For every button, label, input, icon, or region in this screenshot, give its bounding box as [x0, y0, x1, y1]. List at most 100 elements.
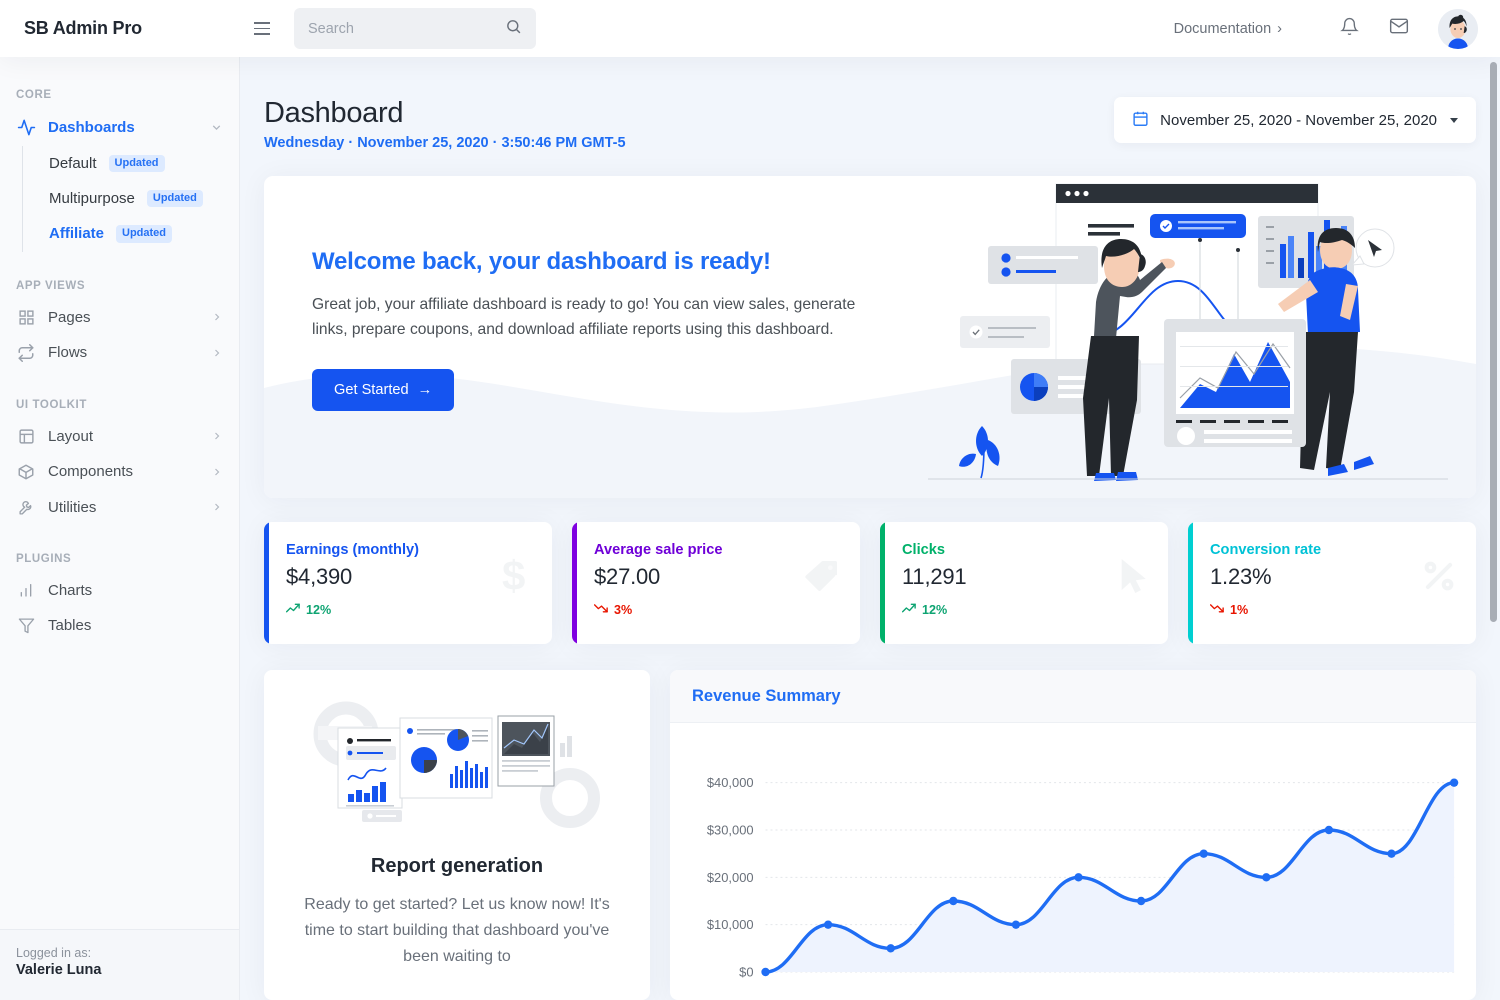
svg-text:$: $ — [502, 556, 525, 598]
chevron-down-icon[interactable] — [210, 121, 223, 134]
sidebar-item-charts[interactable]: Charts — [0, 573, 239, 608]
chart-data-point[interactable] — [1325, 826, 1333, 834]
sidebar-heading-core: CORE — [0, 79, 239, 109]
stat-delta: 12% — [902, 602, 1146, 617]
chevron-right-icon[interactable] — [211, 430, 223, 442]
sidebar-heading-plugins: PLUGINS — [0, 543, 239, 573]
chart-data-point[interactable] — [887, 944, 895, 952]
bottom-row: Report generation Ready to get started? … — [264, 670, 1476, 1000]
avatar-illustration — [1438, 9, 1478, 49]
trend-up-icon — [902, 602, 917, 617]
chart-data-point[interactable] — [1012, 920, 1020, 928]
sidebar-item-utilities[interactable]: Utilities — [0, 490, 239, 525]
chevron-right-icon[interactable] — [211, 466, 223, 478]
date-range-picker[interactable]: November 25, 2020 - November 25, 2020 — [1114, 97, 1476, 143]
activity-icon — [16, 118, 36, 137]
stat-label: Earnings (monthly) — [286, 542, 530, 558]
page-scrollbar[interactable] — [1490, 62, 1497, 622]
filter-icon — [16, 617, 36, 634]
stat-card-average-sale-price: Average sale price $27.00 3% — [572, 522, 860, 644]
hamburger-icon — [254, 22, 270, 24]
stat-delta: 3% — [594, 602, 838, 617]
sidebar-item-label: Flows — [48, 344, 87, 361]
status-badge: Updated — [116, 225, 172, 242]
stat-value: 1.23% — [1210, 564, 1454, 590]
sidebar-item-layout[interactable]: Layout — [0, 419, 239, 454]
get-started-button[interactable]: Get Started → — [312, 369, 454, 411]
tag-icon — [802, 556, 842, 601]
calendar-icon — [1132, 110, 1149, 131]
revenue-summary-title: Revenue Summary — [670, 670, 1476, 723]
stat-cards-row: Earnings (monthly) $4,390 12% $ Average … — [264, 522, 1476, 644]
y-axis-tick-label: $20,000 — [707, 870, 754, 885]
sidebar-subitem-default[interactable]: Default Updated — [23, 146, 239, 181]
revenue-summary-chart: $0$10,000$20,000$30,000$40,000 — [670, 723, 1476, 1000]
chart-data-point[interactable] — [1262, 873, 1270, 881]
stat-delta-value: 1% — [1230, 603, 1248, 617]
chart-data-point[interactable] — [1450, 778, 1458, 786]
welcome-hero-card: Welcome back, your dashboard is ready! G… — [264, 176, 1476, 498]
sidebar: CORE Dashboards Default Updated Multipur… — [0, 57, 240, 1000]
chart-data-point[interactable] — [761, 968, 769, 976]
page-header: Dashboard Wednesday · November 25, 2020 … — [240, 57, 1500, 151]
dashboard-people-illustration — [928, 176, 1448, 498]
stat-delta-value: 12% — [922, 603, 947, 617]
hero-heading: Welcome back, your dashboard is ready! — [312, 248, 872, 276]
avatar[interactable] — [1438, 9, 1478, 49]
status-badge: Updated — [109, 155, 165, 172]
chart-data-point[interactable] — [949, 897, 957, 905]
layout-icon — [16, 428, 36, 445]
search-input[interactable] — [308, 21, 505, 37]
report-card-title: Report generation — [292, 855, 622, 878]
sidebar-toggle-button[interactable] — [240, 22, 284, 35]
sidebar-subitem-affiliate[interactable]: Affiliate Updated — [23, 216, 239, 251]
bar-chart-icon — [16, 582, 36, 598]
stat-delta-value: 12% — [306, 603, 331, 617]
search-icon[interactable] — [505, 18, 522, 40]
chart-data-point[interactable] — [824, 920, 832, 928]
messages-button[interactable] — [1374, 16, 1424, 41]
page-title-group: Dashboard Wednesday · November 25, 2020 … — [264, 97, 626, 151]
sidebar-subitem-label: Default — [49, 155, 97, 172]
hero-text-block: Welcome back, your dashboard is ready! G… — [312, 248, 872, 411]
wrench-icon — [16, 499, 36, 516]
sidebar-heading-ui-toolkit: UI TOOLKIT — [0, 389, 239, 419]
logged-in-label: Logged in as: — [16, 946, 223, 960]
sidebar-item-label: Utilities — [48, 499, 96, 516]
chevron-right-icon[interactable] — [211, 347, 223, 359]
stat-label: Conversion rate — [1210, 542, 1454, 558]
sidebar-subitem-multipurpose[interactable]: Multipurpose Updated — [23, 181, 239, 216]
stat-delta: 12% — [286, 602, 530, 617]
stat-delta: 1% — [1210, 602, 1454, 617]
hero-body: Great job, your affiliate dashboard is r… — [312, 292, 872, 343]
documentation-link[interactable]: Documentation › — [1174, 21, 1282, 37]
accent-bar — [1188, 522, 1193, 644]
brand-logo[interactable]: SB Admin Pro — [0, 18, 240, 39]
sidebar-item-pages[interactable]: Pages — [0, 300, 239, 335]
search-box[interactable] — [294, 8, 536, 49]
revenue-summary-card: Revenue Summary $0$10,000$20,000$30,000$… — [670, 670, 1476, 1000]
chart-data-point[interactable] — [1387, 849, 1395, 857]
trend-up-icon — [286, 602, 301, 617]
stat-label: Clicks — [902, 542, 1146, 558]
trend-down-icon — [1210, 602, 1225, 617]
chevron-right-icon[interactable] — [211, 501, 223, 513]
sidebar-subnav-dashboards: Default Updated Multipurpose Updated Aff… — [22, 146, 239, 252]
report-card-body: Ready to get started? Let us know now! I… — [292, 892, 622, 970]
chart-data-point[interactable] — [1200, 849, 1208, 857]
logged-in-user: Valerie Luna — [16, 962, 223, 978]
chart-data-point[interactable] — [1074, 873, 1082, 881]
sidebar-item-flows[interactable]: Flows — [0, 335, 239, 371]
sidebar-item-tables[interactable]: Tables — [0, 608, 239, 643]
report-generation-card: Report generation Ready to get started? … — [264, 670, 650, 1000]
sidebar-item-components[interactable]: Components — [0, 454, 239, 490]
stat-delta-value: 3% — [614, 603, 632, 617]
hamburger-icon — [254, 28, 270, 30]
sidebar-item-dashboards[interactable]: Dashboards — [0, 109, 239, 146]
chart-data-point[interactable] — [1137, 897, 1145, 905]
main-content: Dashboard Wednesday · November 25, 2020 … — [240, 57, 1500, 1000]
cursor-icon — [1116, 556, 1150, 601]
alerts-button[interactable] — [1324, 17, 1374, 41]
chevron-right-icon[interactable] — [211, 311, 223, 323]
arrow-right-icon: → — [418, 382, 433, 398]
